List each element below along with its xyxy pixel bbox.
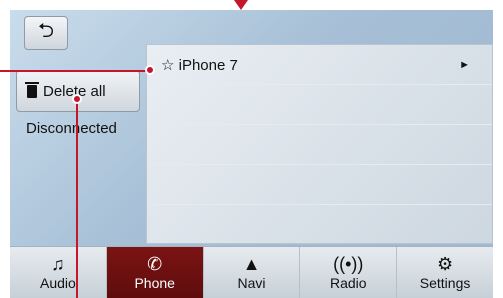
- annotation-dot: [145, 65, 155, 75]
- connection-status: Disconnected: [26, 120, 117, 137]
- tab-label: Radio: [329, 275, 367, 291]
- device-list: ☆ iPhone 7 ►: [146, 44, 493, 244]
- gear-icon: ⚙: [437, 254, 454, 274]
- trash-icon: [25, 81, 39, 98]
- navigation-arrow-icon: ▲: [242, 254, 261, 274]
- tab-label: Settings: [419, 275, 471, 291]
- tab-radio[interactable]: ((•)) Radio: [300, 247, 398, 298]
- tab-label: Phone: [134, 275, 175, 291]
- tab-navi[interactable]: ▲ Navi: [204, 247, 301, 298]
- tab-label: Navi: [237, 275, 266, 291]
- annotation-pointer: [234, 0, 248, 10]
- annotation-line: [76, 100, 78, 298]
- list-item[interactable]: ☆ iPhone 7 ►: [147, 45, 492, 85]
- list-item[interactable]: [147, 165, 492, 205]
- list-item[interactable]: [147, 85, 492, 125]
- tab-label: Audio: [39, 275, 76, 291]
- annotation-dot: [72, 94, 82, 104]
- radio-signal-icon: ((•)): [333, 254, 364, 274]
- tab-phone[interactable]: ✆ Phone: [106, 247, 204, 298]
- music-note-icon: ♫: [51, 254, 65, 274]
- device-name: ☆ iPhone 7: [161, 56, 238, 74]
- phone-icon: ✆: [147, 254, 163, 274]
- tab-settings[interactable]: ⚙ Settings: [397, 247, 493, 298]
- tab-audio[interactable]: ♫ Audio: [10, 247, 107, 298]
- list-item[interactable]: [147, 205, 492, 245]
- list-item[interactable]: [147, 125, 492, 165]
- bottom-nav: ♫ Audio ✆ Phone ▲ Navi ((•)) Radio ⚙ Set…: [10, 246, 493, 298]
- arrow-right-icon: ►: [459, 58, 470, 71]
- delete-all-button[interactable]: Delete all: [16, 70, 140, 112]
- annotation-line: [0, 70, 152, 72]
- back-button[interactable]: ⮌: [24, 16, 68, 50]
- back-arrow-icon: ⮌: [37, 20, 55, 42]
- head-unit-screen: ⮌ Delete all Disconnected ☆ iPhone 7 ► ♫…: [10, 10, 493, 298]
